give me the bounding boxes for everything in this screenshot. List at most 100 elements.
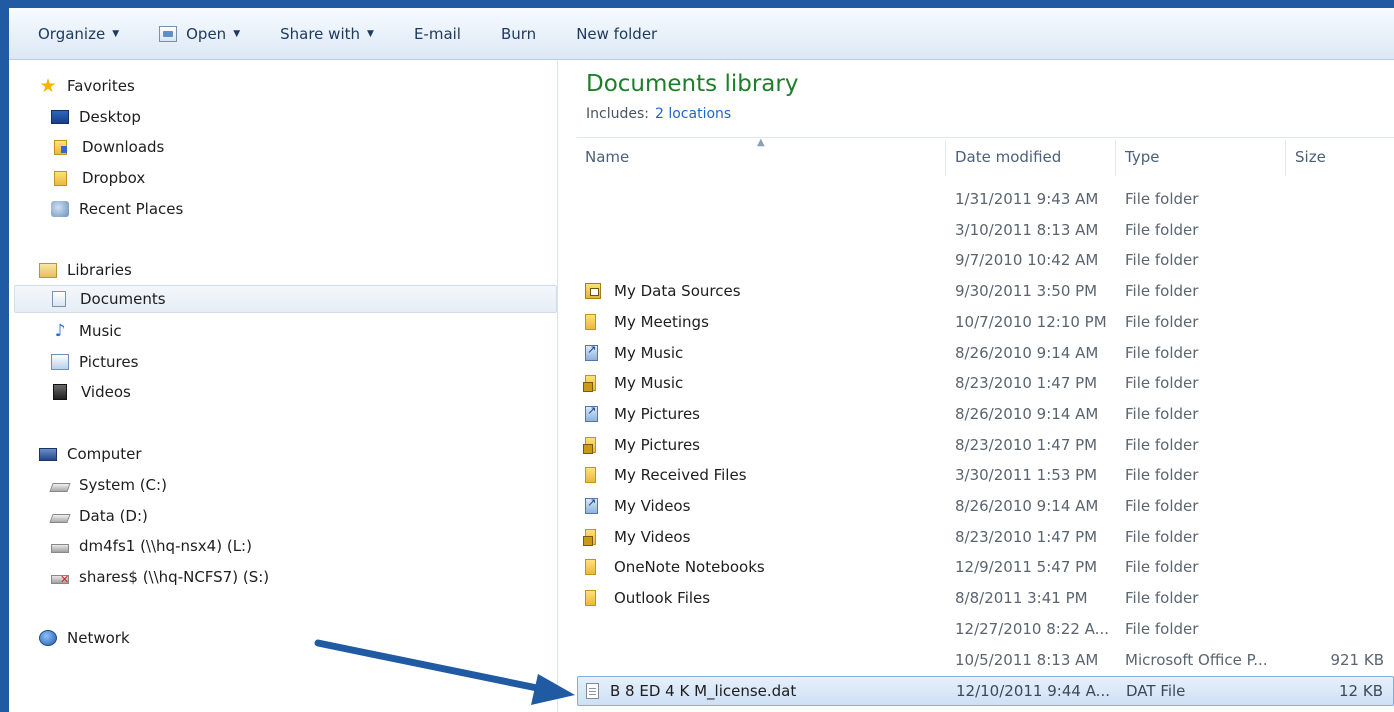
organize-button[interactable]: Organize ▼ [29, 19, 128, 49]
date-modified: 9/30/2011 3:50 PM [955, 282, 1098, 301]
star-icon: ★ [39, 75, 57, 97]
file-row[interactable]: My Pictures 8/23/2010 1:47 PM File folder [577, 431, 1394, 461]
disconnected-drive-icon [51, 573, 69, 586]
file-row[interactable]: My Received Files 3/30/2011 1:53 PM File f… [577, 461, 1394, 491]
file-name-cell: My Videos [583, 528, 690, 546]
file-row[interactable]: My Meetings 10/7/2010 12:10 PM File folder [577, 308, 1394, 338]
date-modified: 12/27/2010 8:22 A... [955, 619, 1109, 638]
file-type: File folder [1125, 282, 1199, 301]
file-row[interactable]: OneNote Notebooks 12/9/2011 5:47 PM File f… [577, 553, 1394, 583]
nav-videos[interactable]: Videos [53, 378, 131, 406]
column-divider[interactable] [945, 140, 946, 176]
file-name: OneNote Notebooks [614, 558, 765, 577]
file-row[interactable]: My Pictures 8/26/2010 9:14 AM File folder [577, 400, 1394, 430]
file-row[interactable]: 12/27/2010 8:22 A... File folder [577, 615, 1394, 645]
locked-folder-icon [583, 375, 596, 393]
nav-music[interactable]: ♪ Music [51, 317, 122, 345]
nav-documents[interactable]: Documents [14, 285, 557, 313]
nav-data-d[interactable]: Data (D:) [49, 502, 148, 530]
file-row[interactable]: My Music 8/23/2010 1:47 PM File folder [577, 369, 1394, 399]
open-button[interactable]: Open ▼ [150, 19, 249, 49]
file-row[interactable]: 1/31/2011 9:43 AM File folder [577, 185, 1394, 215]
file-name-cell: My Pictures [585, 404, 700, 423]
file-name-cell: My Received Files [585, 466, 747, 484]
file-type: File folder [1125, 619, 1199, 638]
share-with-button[interactable]: Share with ▼ [271, 19, 383, 49]
chevron-down-icon[interactable]: ▼ [233, 29, 240, 39]
nav-favorites[interactable]: ★ Favorites [39, 72, 134, 100]
file-row[interactable]: My Data Sources 9/30/2011 3:50 PM File fol… [577, 277, 1394, 307]
organize-label: Organize [38, 24, 106, 43]
file-type: File folder [1125, 497, 1199, 515]
date-modified: 12/9/2011 5:47 PM [955, 558, 1098, 577]
file-row[interactable]: Outlook Files 8/8/2011 3:41 PM File folder [577, 584, 1394, 614]
file-name: My Data Sources [614, 282, 741, 301]
column-divider[interactable] [1285, 140, 1286, 176]
nav-network[interactable]: Network [39, 624, 130, 652]
new-folder-button[interactable]: New folder [567, 19, 666, 49]
column-size[interactable]: Size [1295, 148, 1326, 170]
file-name-cell: My Videos [585, 496, 691, 515]
column-type[interactable]: Type [1125, 148, 1159, 170]
date-modified: 8/8/2011 3:41 PM [955, 589, 1088, 608]
nav-downloads[interactable]: Downloads [54, 133, 164, 161]
chevron-down-icon: ▼ [112, 28, 120, 39]
file-row[interactable]: My Videos 8/23/2010 1:47 PM File folder [577, 523, 1394, 553]
nav-dropbox[interactable]: Dropbox [54, 164, 145, 192]
file-name-cell: B 8 ED 4 K M_license.dat [586, 682, 796, 700]
date-modified: 8/26/2010 9:14 AM [955, 497, 1099, 515]
date-modified: 10/7/2010 12:10 PM [955, 312, 1107, 331]
date-modified: 1/31/2011 9:43 AM [955, 190, 1099, 208]
file-row[interactable]: 3/10/2011 8:13 AM File folder [577, 216, 1394, 246]
blank-icon [585, 190, 601, 206]
file-name-cell: OneNote Notebooks [585, 558, 765, 576]
nav-desktop[interactable]: Desktop [51, 103, 141, 131]
locations-link[interactable]: 2 locations [655, 106, 731, 122]
date-modified: 12/10/2011 9:44 A... [956, 682, 1110, 701]
date-modified: 10/5/2011 8:13 AM [955, 650, 1099, 669]
column-date-modified[interactable]: Date modified [955, 148, 1061, 170]
column-header-row: ▲ Name Date modified Type Size [577, 137, 1394, 177]
file-icon [586, 683, 599, 700]
sort-ascending-icon: ▲ [757, 137, 765, 148]
open-label: Open [186, 24, 227, 43]
file-name: My Music [614, 343, 684, 362]
nav-system-c[interactable]: System (C:) [49, 471, 167, 499]
share-with-label: Share with [280, 24, 361, 43]
nav-libraries[interactable]: Libraries [39, 256, 132, 284]
date-modified: 8/23/2010 1:47 PM [955, 374, 1098, 393]
file-name-cell [585, 190, 601, 206]
file-name-cell [585, 651, 601, 667]
file-name-cell: My Meetings [585, 313, 709, 331]
burn-button[interactable]: Burn [492, 19, 545, 49]
system-drive-icon [49, 482, 71, 492]
file-size: 921 KB [1330, 650, 1384, 669]
file-row[interactable]: 9/7/2010 10:42 AM File folder [577, 246, 1394, 276]
file-name-cell [585, 620, 601, 636]
nav-label: Desktop [79, 108, 141, 126]
file-type: File folder [1125, 312, 1199, 331]
file-type: File folder [1125, 343, 1199, 362]
folder-icon [54, 170, 67, 186]
nav-shares[interactable]: shares$ (\\hq-NCFS7) (S:) [51, 563, 269, 591]
column-divider[interactable] [1115, 140, 1116, 176]
nav-dm4fs1[interactable]: dm4fs1 (\\hq-nsx4) (L:) [51, 532, 252, 560]
file-row[interactable]: 10/5/2011 8:13 AM Microsoft Office P... 92… [577, 646, 1394, 676]
nav-label: Recent Places [79, 200, 184, 218]
email-button[interactable]: E-mail [405, 19, 470, 49]
computer-icon [39, 447, 57, 461]
file-row[interactable]: My Videos 8/26/2010 9:14 AM File folder [577, 492, 1394, 522]
file-name: My Videos [614, 497, 691, 515]
file-name-cell [585, 251, 601, 267]
file-row-selected[interactable]: B 8 ED 4 K M_license.dat 12/10/2011 9:44 … [577, 676, 1394, 707]
new-folder-label: New folder [576, 24, 658, 43]
nav-pictures[interactable]: Pictures [51, 348, 138, 376]
nav-recent-places[interactable]: Recent Places [51, 195, 183, 223]
file-name-cell: My Music [585, 343, 684, 362]
nav-computer[interactable]: Computer [39, 440, 142, 468]
file-type: File folder [1125, 435, 1199, 454]
file-row[interactable]: My Music 8/26/2010 9:14 AM File folder [577, 339, 1394, 369]
desktop-icon [51, 110, 69, 124]
includes-label: Includes: [586, 106, 649, 122]
column-name[interactable]: Name [585, 148, 629, 170]
